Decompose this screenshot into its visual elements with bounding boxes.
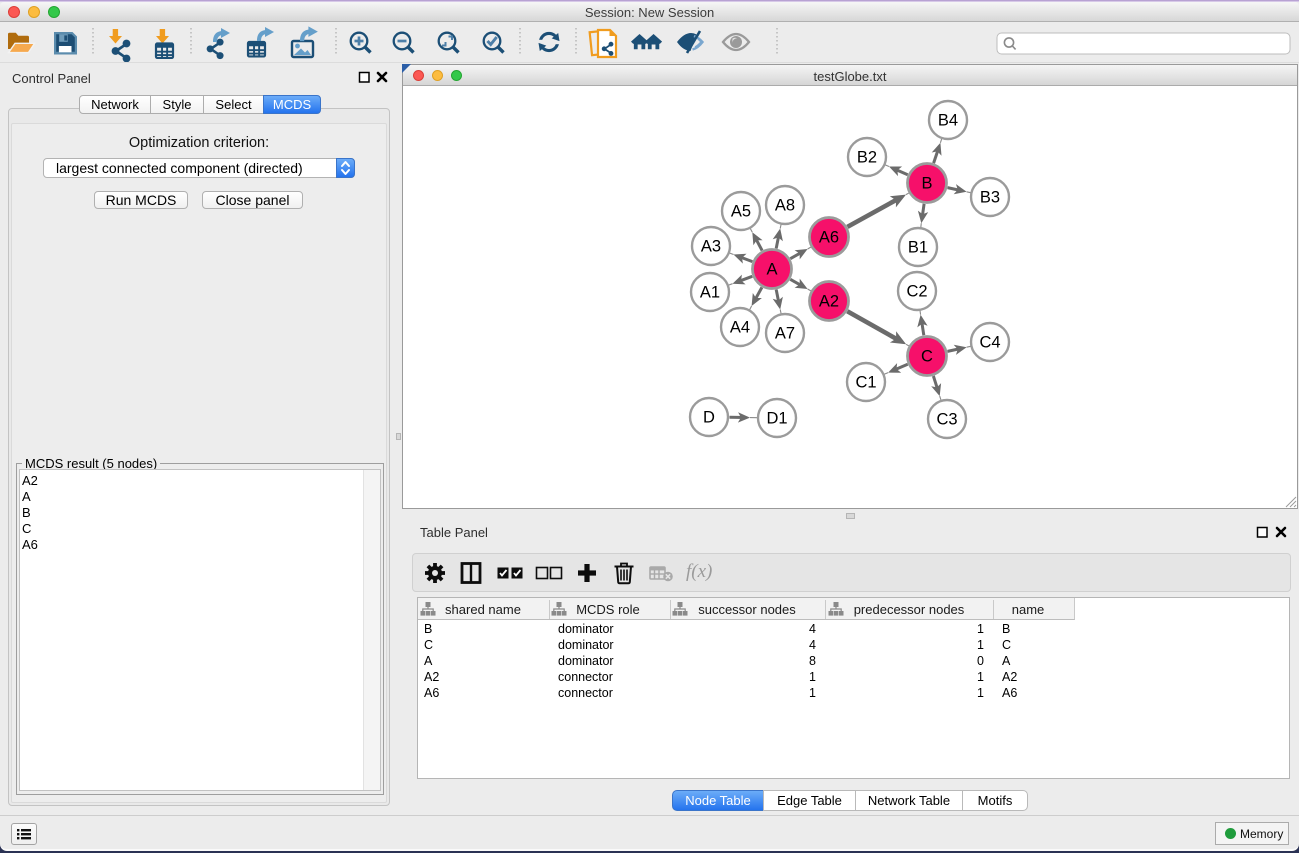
svg-text:B1: B1 (908, 239, 928, 257)
svg-text:A4: A4 (730, 319, 750, 337)
svg-text:A8: A8 (775, 197, 795, 215)
svg-text:B4: B4 (938, 112, 958, 130)
svg-text:B: B (921, 175, 932, 193)
svg-text:A7: A7 (775, 325, 795, 343)
svg-text:C3: C3 (936, 411, 957, 429)
svg-text:A1: A1 (700, 284, 720, 302)
svg-text:A6: A6 (819, 229, 839, 247)
svg-text:A3: A3 (701, 238, 721, 256)
svg-text:A2: A2 (819, 293, 839, 311)
svg-text:A: A (766, 261, 777, 279)
svg-text:D: D (703, 409, 715, 427)
svg-text:C4: C4 (979, 334, 1000, 352)
svg-text:C1: C1 (855, 374, 876, 392)
svg-text:C: C (921, 348, 933, 366)
svg-text:D1: D1 (766, 410, 787, 428)
svg-text:B2: B2 (857, 149, 877, 167)
svg-text:C2: C2 (906, 283, 927, 301)
svg-text:B3: B3 (980, 189, 1000, 207)
svg-text:A5: A5 (731, 203, 751, 221)
